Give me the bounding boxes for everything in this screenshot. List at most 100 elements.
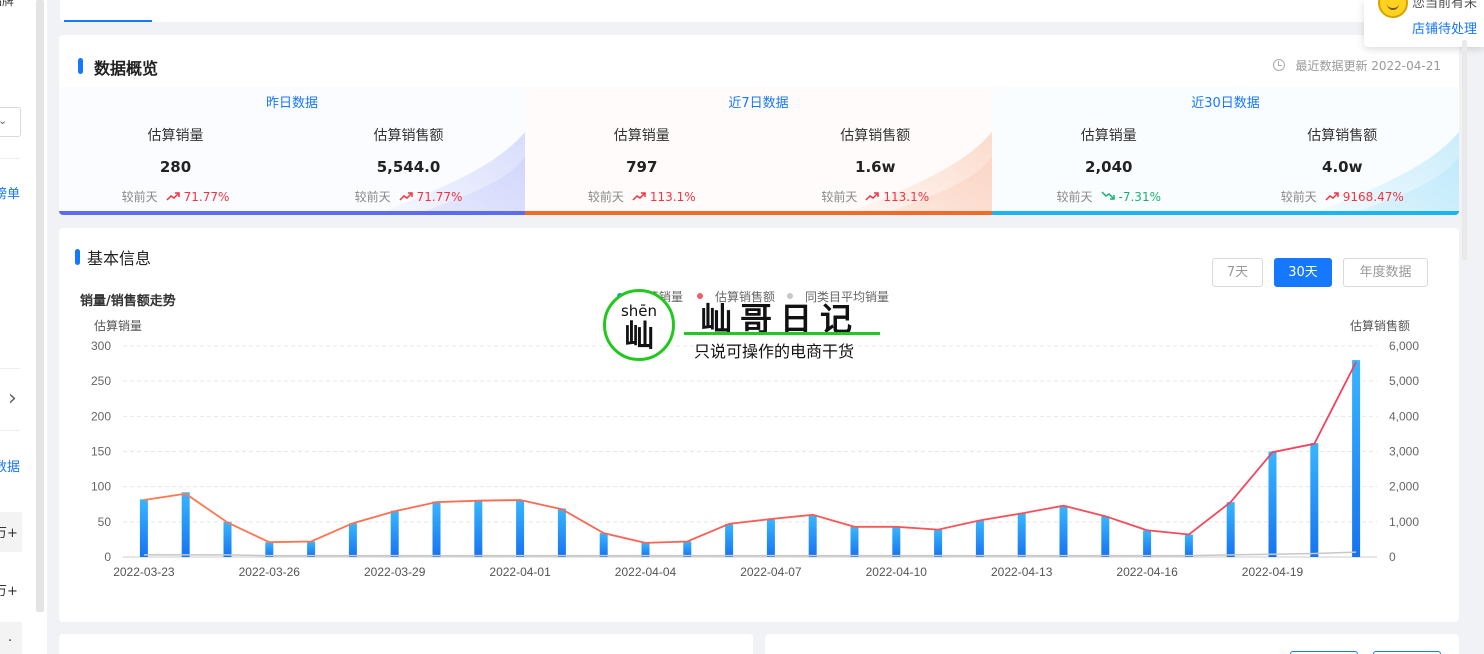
bar-sales-volume (557, 508, 566, 557)
sidebar-item-3[interactable]: . (8, 630, 12, 645)
update-label: 最近数据更新 2022-04-21 (1295, 59, 1441, 73)
sidebar: 品牌 ⌄ 榜单 › 数据 万+ 万+ . (0, 0, 47, 654)
chart-title: 销量/销售额走势 (80, 294, 176, 309)
bar-sales-volume (1268, 451, 1277, 557)
watermark-slogan: 只说可操作的电商干货 (694, 342, 855, 361)
sidebar-fragment-top: 品牌 (0, 0, 15, 8)
active-tab-indicator (64, 20, 152, 22)
change-value: 113.1% (883, 190, 930, 204)
chevron-down-icon: ⌄ (0, 114, 8, 127)
clock-icon (1273, 59, 1286, 71)
bar-sales-volume (474, 500, 483, 557)
metric-2-1: 估算销售额 4.0w 较前天 9168.47% (1226, 125, 1460, 205)
y2-tick-label: 2,000 (1389, 480, 1419, 494)
metric-0-1: 估算销售额 5,544.0 较前天 71.77% (292, 125, 525, 205)
metric-label: 估算销量 (1080, 128, 1137, 144)
metric-change: 较前天 -7.31% (992, 188, 1226, 205)
y-tick-label: 150 (91, 445, 111, 459)
metric-value: 2,040 (1085, 158, 1133, 176)
overview-period-1: 近7日数据 估算销量 797 较前天 113.1% 估算销售额 1.6w 较前天 113.1% (525, 87, 992, 215)
x-tick-label: 2022-03-29 (364, 565, 426, 579)
y2-tick-label: 0 (1389, 550, 1396, 564)
notification-title: 您当前有未 (1412, 0, 1478, 11)
range-7-days-button[interactable]: 7天 (1212, 258, 1263, 287)
bar-sales-volume (432, 501, 441, 557)
overview-title: 数据概览 (94, 59, 159, 78)
metric-value: 4.0w (1322, 158, 1363, 176)
notification-link[interactable]: 店铺待处理 (1412, 18, 1477, 37)
metric-change: 较前天 71.77% (292, 188, 525, 205)
metric-change: 较前天 113.1% (759, 188, 993, 205)
metric-value: 5,544.0 (376, 158, 441, 176)
x-tick-label: 2022-04-04 (615, 565, 677, 579)
sales-trend-chart: 0 50 100 150 200 250 300 0 1,000 2,000 3,000 4,000 5… (91, 339, 1419, 579)
bar-sales-volume (307, 541, 316, 557)
bar-sales-volume (892, 526, 901, 557)
line-category-average (143, 551, 1357, 557)
metric-2-0: 估算销量 2,040 较前天 -7.31% (992, 125, 1226, 205)
metric-value: 797 (626, 158, 658, 176)
compare-label: 较前天 (821, 190, 858, 204)
metric-label: 估算销量 (147, 128, 204, 144)
metric-1-0: 估算销量 797 较前天 113.1% (525, 125, 759, 205)
metric-change: 较前天 113.1% (525, 188, 759, 205)
compare-label: 较前天 (1056, 190, 1093, 204)
bar-sales-volume (1101, 516, 1110, 557)
y-tick-label: 300 (91, 339, 111, 353)
sidebar-select[interactable]: ⌄ (0, 107, 21, 137)
update-info: 最近数据更新 2022-04-21 (1273, 57, 1441, 74)
title-accent-bar (78, 58, 83, 74)
period-label: 近7日数据 (728, 96, 789, 111)
metric-1-1: 估算销售额 1.6w 较前天 113.1% (759, 125, 993, 205)
bottom-left-card (59, 634, 753, 654)
sidebar-scrollbar[interactable] (36, 0, 44, 612)
line-sales-amount (143, 361, 1357, 544)
page-scrollbar[interactable] (1462, 40, 1467, 260)
bar-sales-volume (934, 529, 943, 557)
bar-sales-volume (1226, 502, 1235, 557)
range-30-days-button[interactable]: 30天 (1274, 258, 1332, 287)
top-tab-card (60, 0, 1458, 22)
x-tick-label: 2022-04-01 (489, 565, 551, 579)
metric-value: 280 (159, 158, 192, 176)
bar-sales-volume (1059, 505, 1068, 557)
trend-down-icon (1101, 191, 1115, 200)
bar-sales-volume (139, 499, 148, 557)
trend-up-icon (166, 192, 180, 201)
bottom-right-card (765, 634, 1459, 654)
chevron-right-icon[interactable]: › (8, 386, 17, 411)
change-value: 71.77% (183, 190, 230, 204)
bar-sales-volume (223, 521, 232, 557)
metric-label: 估算销量 (613, 128, 670, 144)
sidebar-item-1[interactable]: 万+ (0, 522, 18, 541)
overview-period-2: 近30日数据 估算销量 2,040 较前天 -7.31% 估算销售额 4.0w 较前天 9168… (992, 87, 1459, 215)
period-accent-line (992, 211, 1459, 215)
change-value: 71.77% (416, 190, 463, 204)
bar-sales-volume (850, 526, 859, 557)
sidebar-link-data[interactable]: 数据 (0, 456, 20, 475)
bar-sales-volume (516, 500, 525, 557)
period-label: 近30日数据 (1191, 96, 1260, 111)
smiley-icon (1378, 0, 1408, 18)
sidebar-link-rank[interactable]: 榜单 (0, 183, 20, 202)
bar-sales-volume (683, 541, 692, 557)
range-yearly-button[interactable]: 年度数据 (1343, 258, 1428, 287)
compare-label: 较前天 (587, 190, 624, 204)
metric-label: 估算销售额 (1307, 128, 1378, 144)
bar-sales-volume (975, 520, 984, 557)
y2-tick-label: 4,000 (1389, 409, 1419, 423)
change-value: -7.31% (1118, 190, 1161, 204)
y-tick-label: 200 (91, 409, 111, 423)
metric-value: 1.6w (855, 158, 896, 176)
overview-period-0: 昨日数据 估算销量 280 较前天 71.77% 估算销售额 5,544.0 较前天 71.77… (59, 87, 525, 215)
bar-sales-volume (725, 523, 734, 557)
y-tick-label: 250 (91, 374, 111, 388)
bar-sales-volume (1352, 360, 1361, 557)
bar-sales-volume (1310, 443, 1319, 557)
trend-up-icon (632, 192, 646, 201)
period-label: 昨日数据 (265, 96, 318, 111)
x-tick-label: 2022-04-13 (991, 565, 1053, 579)
trend-up-icon (1325, 192, 1339, 201)
compare-label: 较前天 (354, 190, 391, 204)
sidebar-item-2[interactable]: 万+ (0, 580, 18, 599)
